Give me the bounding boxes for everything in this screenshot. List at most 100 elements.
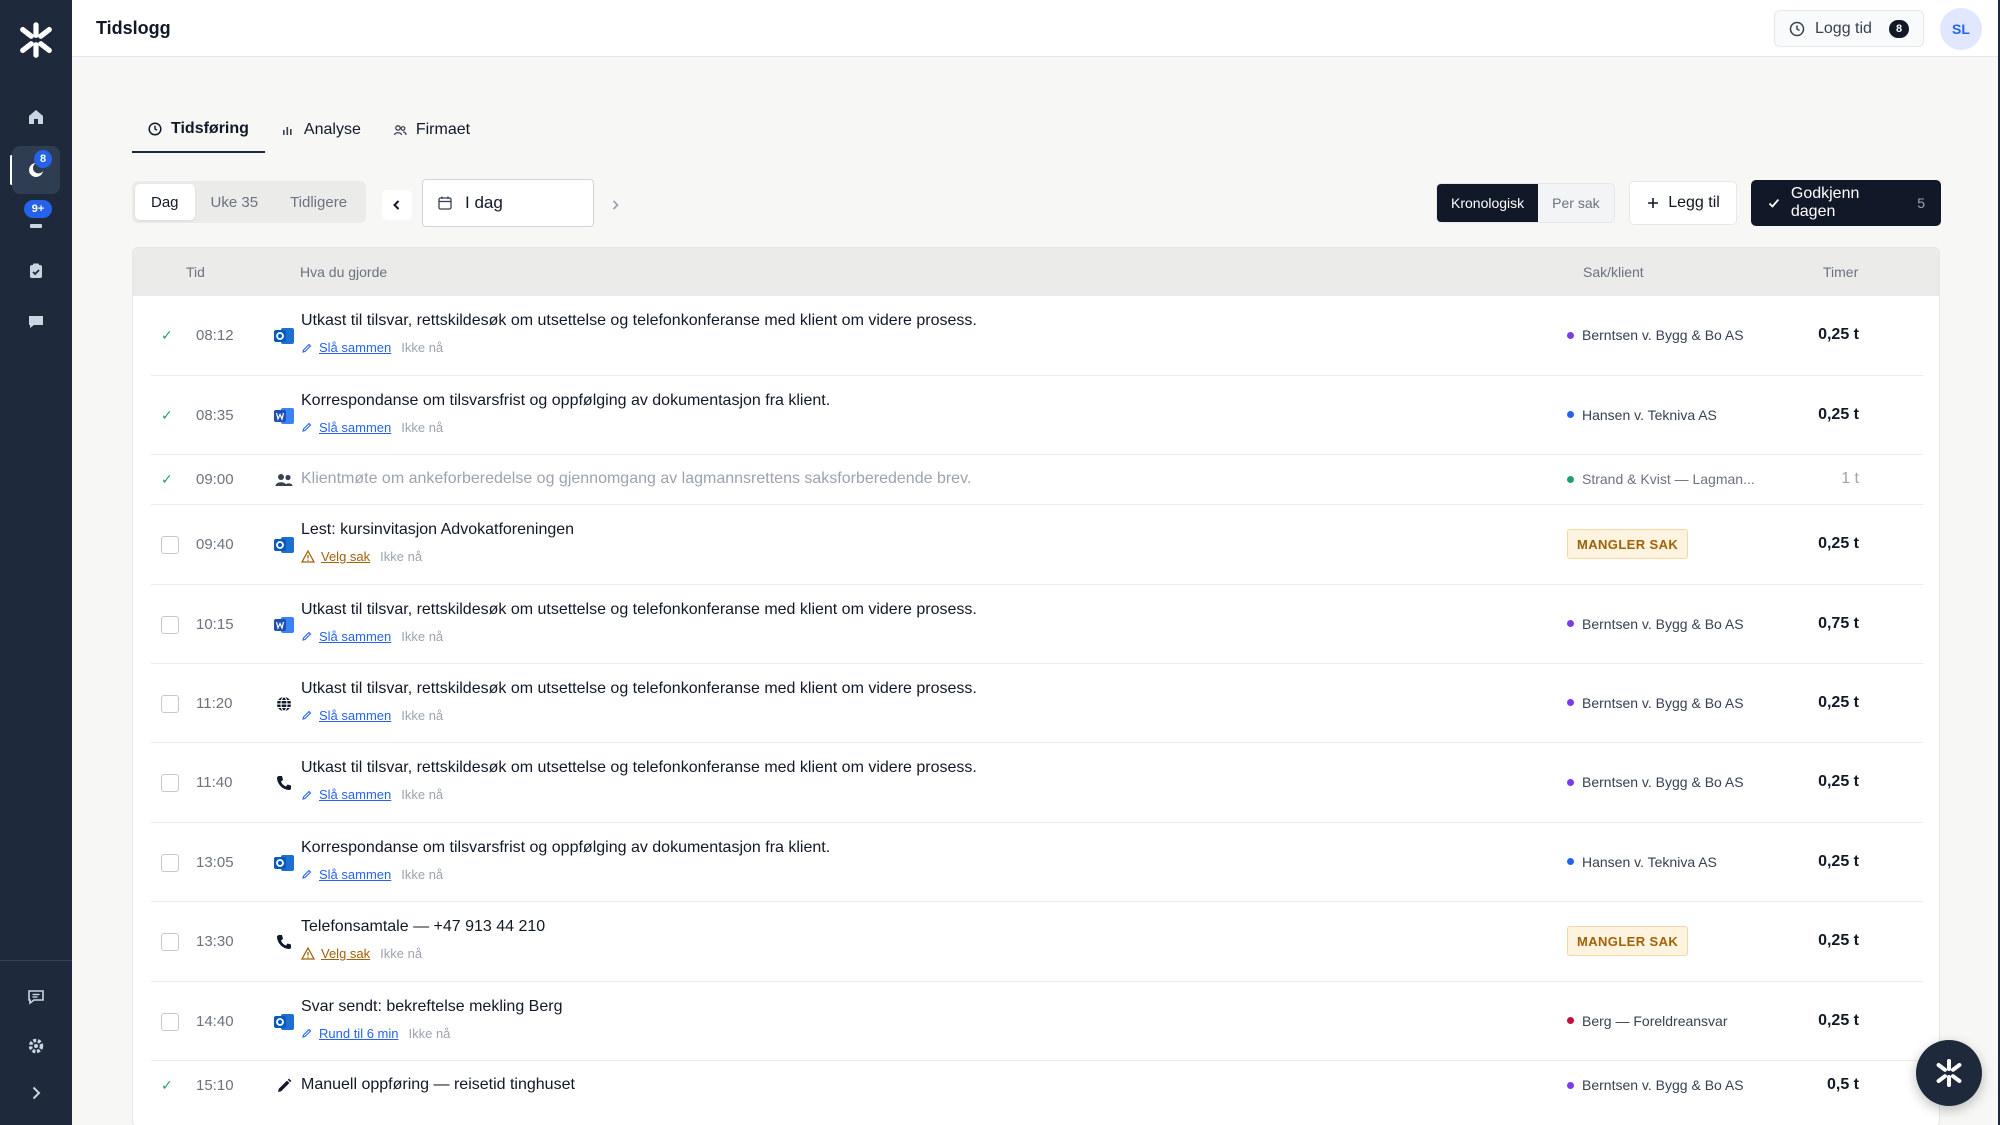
choose-case-link[interactable]: Velg sak xyxy=(301,946,370,961)
timelog-badge: 8 xyxy=(34,150,52,168)
view-per-case[interactable]: Per sak xyxy=(1538,184,1613,222)
approved-check-icon[interactable]: ✓ xyxy=(161,1077,173,1094)
row-hours[interactable]: 0,5 t xyxy=(1827,1076,1859,1094)
avatar[interactable]: SL xyxy=(1940,8,1982,50)
dismiss-link[interactable]: Ikke nå xyxy=(401,629,443,644)
suggestion-action-link[interactable]: Slå sammen xyxy=(301,420,391,435)
dismiss-link[interactable]: Ikke nå xyxy=(401,787,443,802)
dismiss-link[interactable]: Ikke nå xyxy=(401,340,443,355)
row-checkbox[interactable] xyxy=(161,694,179,713)
row-hours[interactable]: 0,25 t xyxy=(1818,406,1859,424)
missing-case-badge[interactable]: MANGLER SAK xyxy=(1567,926,1689,956)
row-checkbox[interactable] xyxy=(161,615,179,634)
sidebar-item-feedback[interactable] xyxy=(12,973,60,1021)
case-client[interactable]: Berg — Foreldreansvar xyxy=(1567,1013,1728,1029)
approved-check-icon[interactable]: ✓ xyxy=(161,471,173,488)
case-client[interactable]: Berntsen v. Bygg & Bo AS xyxy=(1567,327,1744,343)
case-label: Berntsen v. Bygg & Bo AS xyxy=(1582,615,1744,632)
suggestion-action-link[interactable]: Slå sammen xyxy=(301,867,391,882)
table-row[interactable]: 11:40 Utkast til tilsvar, rettskildesøk o… xyxy=(151,743,1923,823)
table-row[interactable]: 09:40 Lest: kursinvitasjon Advokatforenin… xyxy=(151,505,1923,585)
sidebar-divider xyxy=(0,960,72,961)
case-label: Berntsen v. Bygg & Bo AS xyxy=(1582,774,1744,790)
dismiss-link[interactable]: Ikke nå xyxy=(380,549,422,564)
tab-tidsforing[interactable]: Tidsføring xyxy=(132,107,265,153)
app-logo-icon[interactable] xyxy=(14,18,58,62)
sidebar-expand-button[interactable] xyxy=(12,1069,60,1117)
next-day-button[interactable] xyxy=(600,190,630,220)
tab-firmaet[interactable]: Firmaet xyxy=(377,107,486,153)
row-hours[interactable]: 0,25 t xyxy=(1818,932,1859,950)
header-hours: Timer xyxy=(1823,264,1859,280)
sidebar-item-settings[interactable] xyxy=(12,1022,60,1070)
date-picker[interactable]: I dag xyxy=(422,179,594,227)
row-hours[interactable]: 0,25 t xyxy=(1818,1012,1859,1030)
sidebar-item-messages[interactable] xyxy=(12,298,60,346)
case-client[interactable]: Berntsen v. Bygg & Bo AS xyxy=(1567,1077,1744,1093)
case-client[interactable]: Berntsen v. Bygg & Bo AS xyxy=(1567,774,1744,790)
dismiss-link[interactable]: Ikke nå xyxy=(380,946,422,961)
case-color-dot xyxy=(1567,1081,1574,1089)
row-hours[interactable]: 0,25 t xyxy=(1818,773,1859,791)
view-chronological[interactable]: Kronologisk xyxy=(1437,184,1539,222)
row-hours[interactable]: 0,25 t xyxy=(1818,326,1859,344)
row-hours[interactable]: 0,25 t xyxy=(1818,694,1859,712)
previous-day-button[interactable] xyxy=(382,190,412,220)
table-row[interactable]: 11:20 Utkast til tilsvar, rettskildesøk o… xyxy=(151,664,1923,743)
row-hours[interactable]: 0,25 t xyxy=(1818,853,1859,871)
row-checkbox[interactable] xyxy=(161,536,179,554)
sidebar-item-timelog[interactable]: 8 xyxy=(12,146,60,194)
dismiss-link[interactable]: Ikke nå xyxy=(408,1026,450,1041)
case-client[interactable]: Strand & Kvist — Lagman... xyxy=(1567,471,1755,487)
period-day[interactable]: Dag xyxy=(135,184,195,220)
case-client[interactable]: Hansen v. Tekniva AS xyxy=(1567,854,1717,870)
approved-check-icon[interactable]: ✓ xyxy=(161,327,173,344)
row-checkbox[interactable] xyxy=(161,774,179,792)
choose-case-link[interactable]: Velg sak xyxy=(301,549,370,564)
table-row[interactable]: 13:05 Korrespondanse om tilsvarsfrist og … xyxy=(151,823,1923,902)
approved-check-icon[interactable]: ✓ xyxy=(161,407,173,424)
suggestion-action-link[interactable]: Slå sammen xyxy=(301,340,391,355)
row-hours[interactable]: 0,75 t xyxy=(1818,615,1859,633)
row-actions: Slå sammen Ikke nå xyxy=(301,420,443,435)
assistant-button[interactable] xyxy=(1916,1040,1982,1106)
tab-bar: Tidsføring Analyse Firmaet xyxy=(132,107,486,153)
suggestion-action-link[interactable]: Rund til 6 min xyxy=(301,1026,398,1041)
case-client[interactable]: Berntsen v. Bygg & Bo AS xyxy=(1567,616,1744,632)
chat-icon xyxy=(29,316,43,328)
case-client[interactable]: Berntsen v. Bygg & Bo AS xyxy=(1567,695,1744,711)
dismiss-link[interactable]: Ikke nå xyxy=(401,708,443,723)
row-checkbox[interactable] xyxy=(161,933,179,951)
sidebar-item-inbox[interactable]: 9+ xyxy=(12,198,60,246)
row-hours[interactable]: 0,25 t xyxy=(1818,535,1859,553)
suggestion-action-link[interactable]: Slå sammen xyxy=(301,708,391,723)
suggestion-action-link[interactable]: Slå sammen xyxy=(301,787,391,802)
table-row[interactable]: ✓ 08:35 Korrespondanse om tilsvarsfrist og… xyxy=(151,376,1923,455)
table-row[interactable]: ✓ 15:10 Manuell oppføring — reisetid tingh… xyxy=(151,1061,1923,1111)
row-hours[interactable]: 1 t xyxy=(1841,470,1859,488)
dismiss-link[interactable]: Ikke nå xyxy=(401,420,443,435)
row-description: Klientmøte om ankeforberedelse og gjenno… xyxy=(301,470,972,487)
sidebar-item-tasks[interactable] xyxy=(12,247,60,295)
suggestion-action-link[interactable]: Slå sammen xyxy=(301,629,391,644)
period-earlier[interactable]: Tidligere xyxy=(274,184,363,220)
case-client[interactable]: Hansen v. Tekniva AS xyxy=(1567,407,1717,423)
action-label: Slå sammen xyxy=(319,707,392,723)
sidebar-item-home[interactable] xyxy=(12,93,60,141)
table-row[interactable]: ✓ 09:00 Klientmøte om ankeforberedelse og … xyxy=(151,455,1923,505)
row-description: Telefonsamtale — +47 913 44 210 xyxy=(301,918,546,935)
case-label: Strand & Kvist — Lagman... xyxy=(1582,471,1755,487)
add-entry-button[interactable]: Legg til xyxy=(1629,181,1737,225)
row-checkbox[interactable] xyxy=(161,1012,179,1031)
approve-day-button[interactable]: Godkjenn dagen 5 xyxy=(1751,180,1941,226)
table-row[interactable]: 13:30 Telefonsamtale — +47 913 44 210 Velg… xyxy=(151,902,1923,982)
period-week[interactable]: Uke 35 xyxy=(195,184,275,220)
tab-analyse[interactable]: Analyse xyxy=(265,107,377,153)
missing-case-badge[interactable]: MANGLER SAK xyxy=(1567,529,1689,559)
row-checkbox[interactable] xyxy=(161,853,179,872)
dismiss-link[interactable]: Ikke nå xyxy=(401,867,443,882)
log-time-button[interactable]: Logg tid 8 xyxy=(1774,10,1924,47)
table-row[interactable]: 10:15 Utkast til tilsvar, rettskildesøk o… xyxy=(151,585,1923,664)
table-row[interactable]: 14:40 Svar sendt: bekreftelse mekling Ber… xyxy=(151,982,1923,1061)
table-row[interactable]: ✓ 08:12 Utkast til tilsvar, rettskildesøk … xyxy=(151,296,1923,376)
